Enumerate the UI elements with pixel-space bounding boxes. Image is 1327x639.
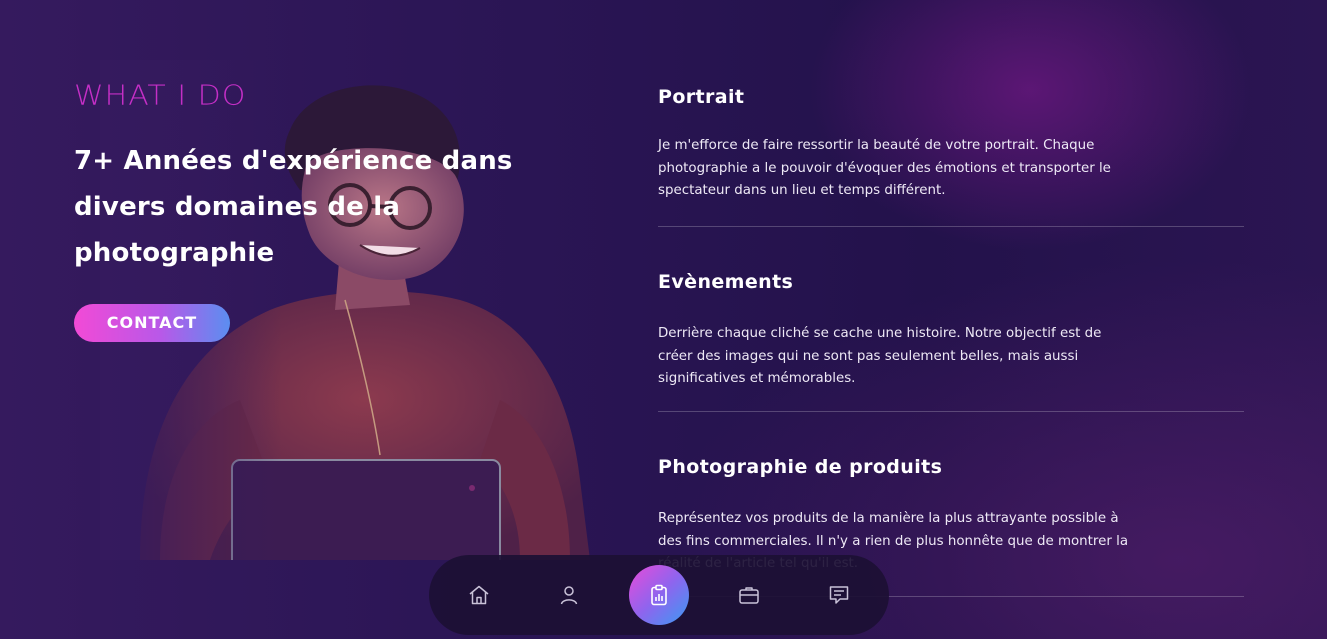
service-description: Je m'efforce de faire ressortir la beaut…: [658, 138, 1111, 199]
user-icon: [560, 586, 578, 605]
contact-button[interactable]: CONTACT: [74, 304, 230, 342]
nav-services[interactable]: [629, 565, 689, 625]
services-list: Portrait Je m'efforce de faire ressortir…: [658, 84, 1244, 597]
nav-portfolio[interactable]: [719, 565, 779, 625]
bottom-nav-dock: [429, 555, 889, 635]
what-i-do-section: WHAT I DO 7+ Années d'expérience dans di…: [74, 78, 534, 342]
nav-contact[interactable]: [809, 565, 869, 625]
briefcase-icon: [739, 587, 759, 604]
home-icon: [469, 585, 489, 605]
service-title: Evènements: [658, 271, 794, 293]
clipboard-chart-icon: [651, 584, 667, 606]
service-item-events: Evènements Derrière chaque cliché se cac…: [658, 269, 1244, 412]
section-eyebrow: WHAT I DO: [74, 79, 247, 113]
service-description: Derrière chaque cliché se cache une hist…: [658, 326, 1102, 387]
service-item-portrait: Portrait Je m'efforce de faire ressortir…: [658, 84, 1244, 227]
nav-about[interactable]: [539, 565, 599, 625]
service-title: Photographie de produits: [658, 456, 943, 478]
nav-home[interactable]: [449, 565, 509, 625]
service-title: Portrait: [658, 86, 745, 108]
message-icon: [829, 586, 849, 604]
section-headline: 7+ Années d'expérience dans divers domai…: [74, 146, 513, 268]
